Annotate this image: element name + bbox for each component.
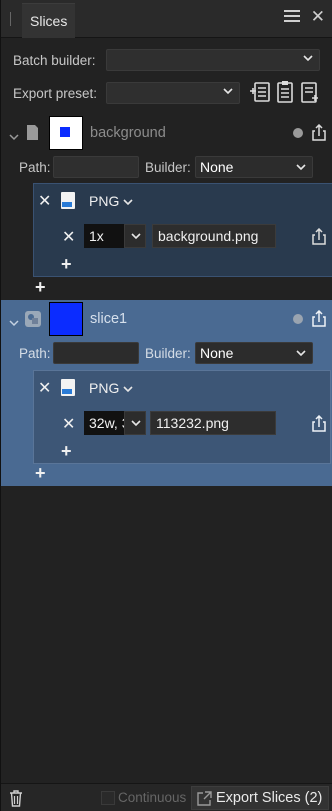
- chevron-down-icon: [131, 232, 141, 240]
- close-icon[interactable]: ✕: [38, 191, 51, 211]
- add-scale-plus-icon[interactable]: +: [61, 441, 72, 462]
- builder-label: Builder:: [145, 346, 191, 361]
- chevron-down-icon: [123, 193, 133, 209]
- close-icon[interactable]: ✕: [62, 414, 75, 434]
- path-input[interactable]: [53, 156, 139, 178]
- drag-grip[interactable]: [10, 12, 11, 26]
- slice-thumbnail: [49, 116, 83, 150]
- slice-thumbnail: [49, 302, 83, 336]
- slice-name[interactable]: background: [90, 125, 166, 141]
- close-icon[interactable]: ✕: [311, 7, 325, 27]
- create-preset-icon[interactable]: [249, 80, 271, 107]
- close-icon[interactable]: ✕: [62, 227, 75, 247]
- format-select[interactable]: PNG: [84, 377, 133, 399]
- add-preset-icon[interactable]: [299, 80, 321, 107]
- scale-dropdown[interactable]: [124, 411, 146, 435]
- batch-builder-select[interactable]: [106, 49, 320, 71]
- export-icon[interactable]: [312, 414, 326, 432]
- format-select[interactable]: PNG: [84, 190, 133, 212]
- png-file-icon: [61, 379, 75, 396]
- trash-icon[interactable]: [9, 789, 23, 810]
- tab-slices[interactable]: Slices: [22, 3, 76, 38]
- chevron-down-icon: [303, 54, 313, 62]
- slice-row-background[interactable]: background: [1, 116, 332, 150]
- export-slices-label: Export Slices (2): [216, 790, 323, 806]
- document-icon: [26, 124, 39, 144]
- scale-input[interactable]: 1x: [84, 224, 124, 248]
- export-icon[interactable]: [312, 227, 326, 245]
- scale-dropdown[interactable]: [124, 224, 146, 248]
- status-dot: [293, 314, 303, 324]
- menu-icon[interactable]: [284, 10, 300, 26]
- batch-builder-label: Batch builder:: [13, 53, 96, 68]
- chevron-down-icon[interactable]: [9, 128, 19, 141]
- format-value: PNG: [89, 193, 120, 209]
- export-icon[interactable]: [312, 309, 326, 327]
- format-value: PNG: [89, 380, 120, 396]
- path-label: Path:: [19, 160, 51, 175]
- slice-row-slice1[interactable]: slice1: [1, 302, 332, 336]
- builder-value: None: [200, 159, 234, 175]
- chevron-down-icon[interactable]: [9, 314, 19, 327]
- export-slices-button[interactable]: Export Slices (2): [191, 786, 329, 810]
- panel-header: Slices ✕: [1, 0, 332, 38]
- status-dot: [293, 128, 303, 138]
- continuous-label: Continuous: [118, 790, 187, 805]
- builder-label: Builder:: [145, 160, 191, 175]
- format-box: ✕ PNG ✕ 1x background.png +: [33, 183, 332, 277]
- close-icon[interactable]: ✕: [38, 378, 51, 398]
- external-export-icon: [197, 791, 212, 809]
- path-label: Path:: [19, 346, 51, 361]
- builder-value: None: [200, 345, 234, 361]
- export-preset-label: Export preset:: [13, 86, 98, 101]
- path-input[interactable]: [53, 342, 139, 364]
- panel-footer: Continuous Export Slices (2): [1, 783, 332, 811]
- chevron-down-icon: [123, 380, 133, 396]
- chevron-down-icon: [296, 163, 306, 171]
- add-format-plus-icon[interactable]: +: [35, 277, 46, 298]
- format-box: ✕ PNG ✕ 32w, 3 113232.png +: [33, 370, 331, 464]
- png-file-icon: [61, 192, 75, 209]
- builder-select[interactable]: None: [195, 156, 313, 178]
- filename-input[interactable]: 113232.png: [150, 411, 276, 435]
- add-format-plus-icon[interactable]: +: [35, 463, 46, 484]
- export-icon[interactable]: [312, 123, 326, 141]
- continuous-checkbox[interactable]: [101, 791, 115, 805]
- scale-input[interactable]: 32w, 3: [84, 411, 124, 435]
- slice-name[interactable]: slice1: [90, 311, 127, 327]
- chevron-down-icon: [223, 87, 233, 95]
- artboard-icon: [24, 310, 42, 331]
- manage-presets-icon[interactable]: [275, 80, 295, 107]
- chevron-down-icon: [131, 419, 141, 427]
- add-scale-plus-icon[interactable]: +: [61, 254, 72, 275]
- chevron-down-icon: [296, 349, 306, 357]
- export-preset-select[interactable]: [106, 82, 240, 104]
- filename-input[interactable]: background.png: [152, 224, 276, 248]
- slices-panel: Slices ✕ Batch builder: Export preset: b…: [0, 0, 332, 811]
- builder-select[interactable]: None: [195, 342, 313, 364]
